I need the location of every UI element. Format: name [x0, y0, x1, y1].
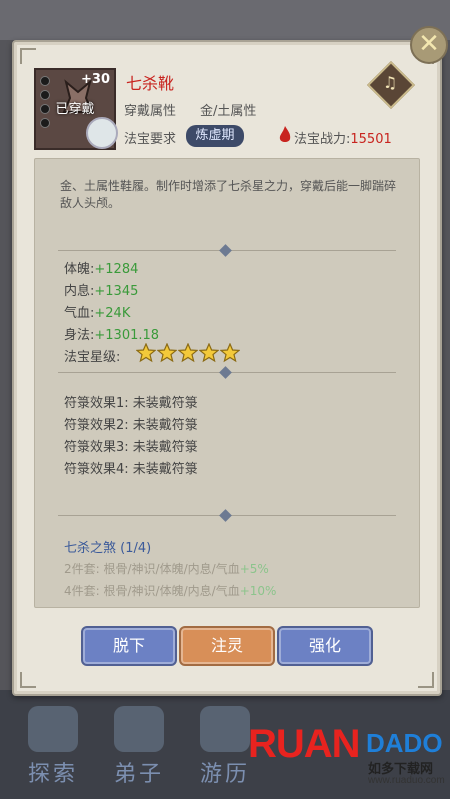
- explore-icon: [28, 706, 78, 752]
- star-icon: [178, 343, 198, 363]
- star-icon: [157, 343, 177, 363]
- unequip-button[interactable]: 脱下: [81, 626, 177, 666]
- stat-row: 内息:+1345: [64, 284, 139, 299]
- attr-label: 穿戴属性: [124, 104, 177, 119]
- power-value: 15501: [350, 132, 392, 147]
- requirement-badge: 炼虚期: [186, 125, 244, 147]
- rune-row: 符箓效果3: 未装戴符箓: [64, 440, 198, 455]
- fire-icon: [279, 126, 291, 142]
- nav-item-disciple[interactable]: 弟子: [94, 700, 184, 799]
- star-rating: [136, 343, 241, 365]
- avatar: [86, 117, 118, 149]
- strengthen-button[interactable]: 强化: [277, 626, 373, 666]
- nav-label: 弟子: [113, 762, 164, 787]
- requirement-label: 法宝要求: [124, 132, 177, 147]
- watermark-accent: DADO: [366, 728, 443, 758]
- close-icon: ✕: [418, 29, 440, 59]
- watermark-site-url: www.ruaduo.com: [368, 775, 445, 786]
- scene-background-top: [0, 0, 450, 40]
- worn-badge: 已穿戴: [55, 102, 95, 117]
- corner-ornament: [20, 48, 36, 64]
- rune-row: 符箓效果2: 未装戴符箓: [64, 418, 198, 433]
- star-icon: [199, 343, 219, 363]
- stat-row: 身法:+1301.18: [64, 328, 160, 343]
- travel-icon: [200, 706, 250, 752]
- disciple-icon: [114, 706, 164, 752]
- nav-item-explore[interactable]: 探索: [8, 700, 98, 799]
- rune-row: 符箓效果1: 未装戴符箓: [64, 396, 198, 411]
- stat-row: 气血:+24K: [64, 306, 131, 321]
- set-bonus-line: 2件套: 根骨/神识/体魄/内息/气血+5%: [64, 562, 269, 576]
- star-label: 法宝星级:: [64, 350, 121, 365]
- power-label: 法宝战力:15501: [294, 132, 392, 147]
- star-icon: [136, 343, 156, 363]
- attr-value: 金/土属性: [200, 104, 257, 119]
- unlock-icon: ♫: [382, 73, 398, 92]
- set-bonus-line: 4件套: 根骨/神识/体魄/内息/气血+10%: [64, 584, 277, 598]
- set-title: 七杀之煞 (1/4): [64, 541, 152, 556]
- item-name: 七杀靴: [126, 74, 175, 93]
- close-button[interactable]: ✕: [410, 26, 448, 64]
- star-icon: [220, 343, 240, 363]
- watermark-main: RUAN: [248, 722, 361, 766]
- item-description: 金、土属性鞋履。制作时增添了七杀星之力，穿戴后能一脚踹碎敌人头颅。: [60, 179, 397, 210]
- infuse-button[interactable]: 注灵: [179, 626, 275, 666]
- nav-label: 探索: [27, 762, 78, 787]
- corner-ornament: [418, 672, 434, 688]
- rune-row: 符箓效果4: 未装戴符箓: [64, 462, 198, 477]
- corner-ornament: [20, 672, 36, 688]
- watermark: RUAN DADO 如多下载网 www.ruaduo.com: [248, 722, 448, 796]
- stat-row: 体魄:+1284: [64, 262, 139, 277]
